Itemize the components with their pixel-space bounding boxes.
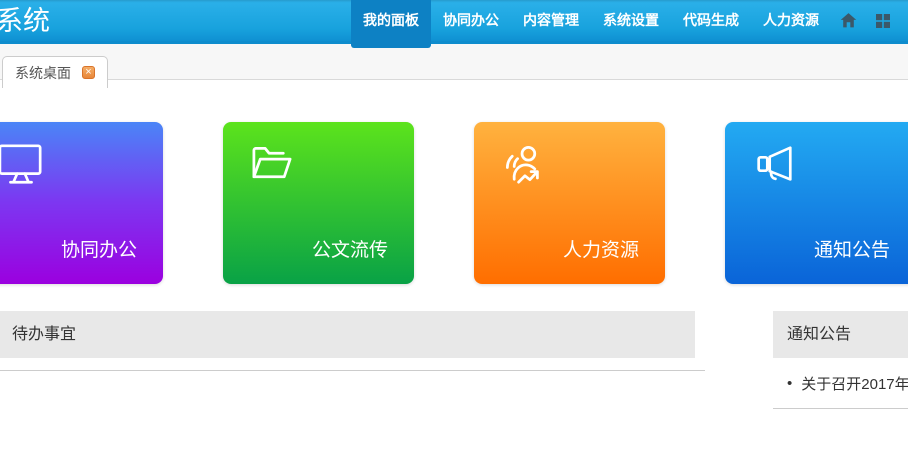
notice-list: • 关于召开2017年年 [773, 358, 908, 394]
tile-document-flow[interactable]: 公文流传 [223, 122, 414, 284]
tab-label: 系统桌面 [15, 63, 71, 83]
grid-icon [875, 13, 891, 29]
todo-panel-title: 待办事宜 [0, 311, 695, 358]
notice-panel: 通知公告 • 关于召开2017年年 [773, 311, 908, 409]
todo-panel: 待办事宜 [0, 311, 705, 371]
shortcut-tiles: 协同办公 公文流传 人力资源 [0, 122, 908, 284]
megaphone-icon [751, 142, 797, 186]
tile-label: 人力资源 [563, 235, 639, 262]
grid-button[interactable] [866, 0, 900, 41]
tile-announcements[interactable]: 通知公告 [725, 122, 908, 284]
top-bar: 系统 我的面板 协同办公 内容管理 系统设置 代码生成 人力资源 [0, 0, 908, 44]
page: 系统 我的面板 协同办公 内容管理 系统设置 代码生成 人力资源 系统桌面 × [0, 0, 908, 409]
tab-close-icon[interactable]: × [82, 66, 95, 79]
nav-item-system-settings[interactable]: 系统设置 [591, 0, 671, 41]
tile-label: 公文流传 [312, 235, 388, 262]
tile-collaboration[interactable]: 协同办公 [0, 122, 163, 284]
home-button[interactable] [831, 0, 866, 41]
folder-open-icon [249, 142, 296, 186]
tab-bar: 系统桌面 × [0, 44, 908, 80]
nav-item-my-dashboard[interactable]: 我的面板 [351, 0, 431, 48]
bullet-icon: • [787, 375, 792, 392]
tab-system-desktop[interactable]: 系统桌面 × [2, 56, 108, 88]
notice-list-item[interactable]: • 关于召开2017年年 [773, 358, 908, 394]
monitor-icon [0, 142, 44, 188]
dashboard-panels: 待办事宜 通知公告 • 关于召开2017年年 [0, 311, 908, 409]
nav-item-code-gen[interactable]: 代码生成 [671, 0, 751, 41]
nav-item-content-mgmt[interactable]: 内容管理 [511, 0, 591, 41]
notice-panel-title: 通知公告 [773, 311, 908, 358]
main-nav: 我的面板 协同办公 内容管理 系统设置 代码生成 人力资源 [351, 0, 908, 48]
home-icon [840, 12, 857, 29]
notice-item-text: 关于召开2017年年 [801, 373, 908, 394]
nav-item-hr[interactable]: 人力资源 [751, 0, 831, 41]
person-arrow-icon [500, 142, 547, 189]
nav-item-collaboration[interactable]: 协同办公 [431, 0, 511, 41]
notice-panel-divider [773, 408, 908, 409]
app-logo: 系统 [0, 0, 50, 42]
tile-hr[interactable]: 人力资源 [474, 122, 665, 284]
tile-label: 协同办公 [61, 235, 137, 262]
todo-panel-divider [0, 370, 705, 371]
tile-label: 通知公告 [814, 235, 890, 262]
